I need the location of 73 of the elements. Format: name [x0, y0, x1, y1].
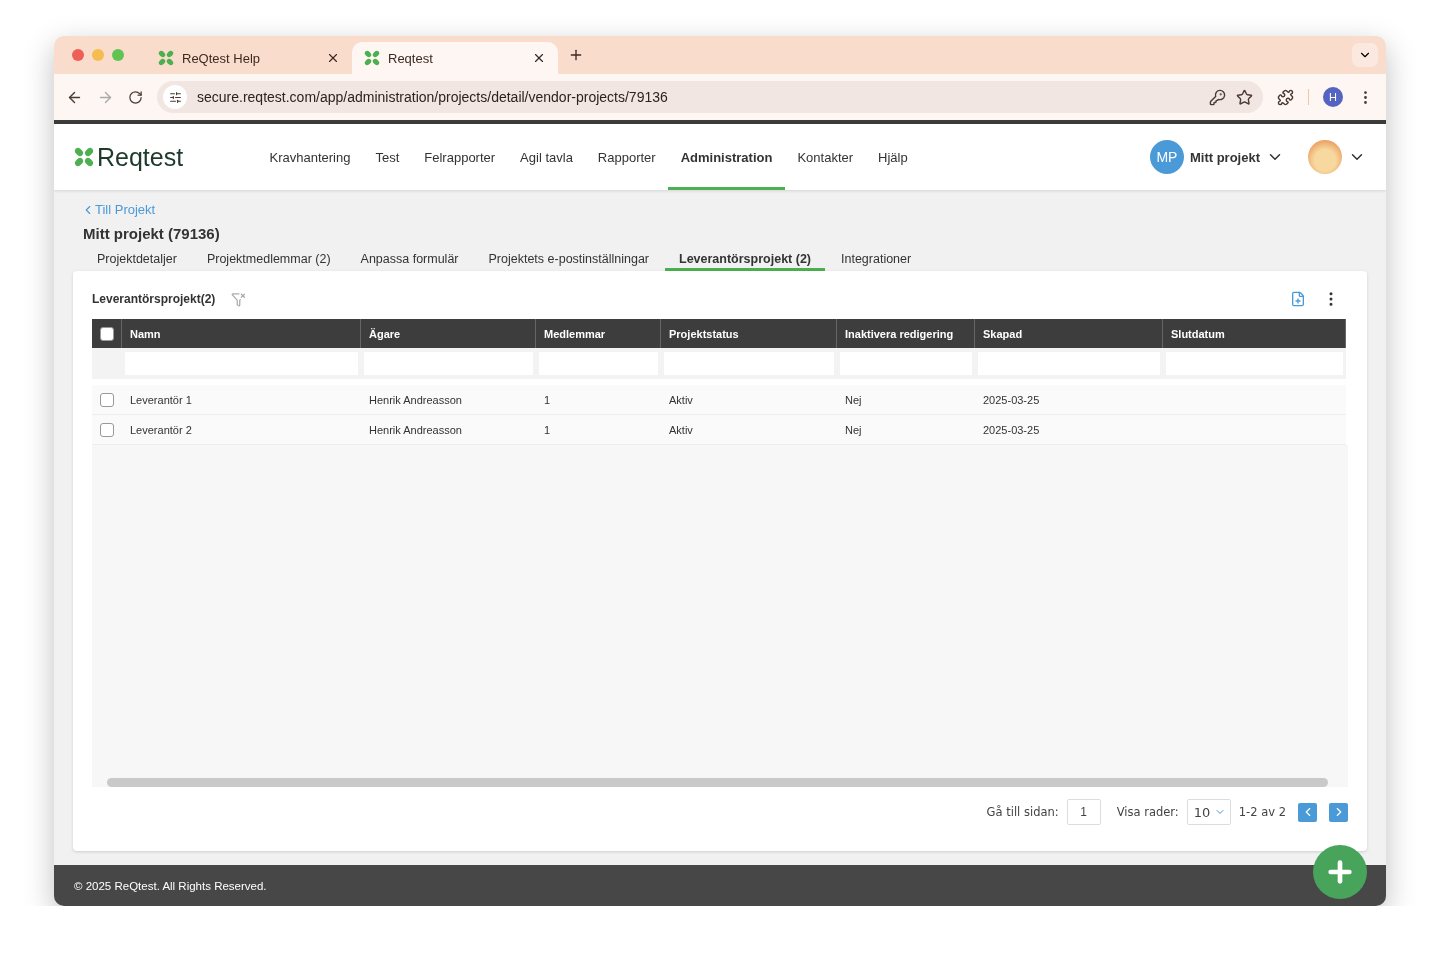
extensions-icon[interactable]: [1277, 88, 1294, 106]
add-file-icon[interactable]: [1290, 291, 1306, 307]
column-header[interactable]: Medlemmar: [536, 319, 661, 348]
table-cell: 1: [536, 385, 661, 415]
previous-page-button[interactable]: [1298, 802, 1317, 822]
copyright-text: © 2025 ReQtest. All Rights Reserved.: [74, 879, 267, 892]
add-button[interactable]: [1313, 845, 1367, 899]
project-tab[interactable]: Integrationer: [827, 249, 926, 271]
table-cell: Henrik Andreasson: [361, 385, 536, 415]
project-tab[interactable]: Projektdetaljer: [83, 249, 191, 271]
nav-item[interactable]: Test: [362, 124, 412, 190]
tab-search-button[interactable]: [1352, 43, 1378, 67]
close-icon[interactable]: [532, 51, 546, 65]
rows-per-page-select[interactable]: 10: [1186, 799, 1231, 825]
column-header[interactable]: Inaktivera redigering: [837, 319, 975, 348]
nav-item[interactable]: Rapporter: [585, 124, 669, 190]
column-header[interactable]: Projektstatus: [661, 319, 837, 348]
user-avatar[interactable]: [1308, 140, 1342, 174]
page-field[interactable]: 1: [1066, 799, 1101, 825]
address-bar[interactable]: secure.reqtest.com/app/administration/projects/detail/vendor-projects/79136: [157, 81, 1263, 113]
url-text: secure.reqtest.com/app/administration/projects/detail/vendor-projects/79136: [197, 89, 669, 105]
table-cell: Leverantör 2: [122, 415, 361, 445]
bookmark-icon[interactable]: [1236, 88, 1253, 106]
table-cell: Aktiv: [661, 415, 837, 445]
logo-icon: [74, 147, 94, 167]
column-header[interactable]: Namn: [122, 319, 361, 348]
site-settings-icon[interactable]: [163, 85, 187, 109]
table-title: Leverantörsprojekt(2): [92, 292, 216, 306]
tab-title: ReQtest Help: [182, 50, 262, 66]
column-header[interactable]: Ägare: [361, 319, 536, 348]
browser-tab[interactable]: ReQtest Help: [146, 42, 352, 74]
table-cell: 2025-03-25: [975, 415, 1163, 445]
nav-item[interactable]: Hjälp: [865, 124, 921, 190]
nav-item[interactable]: Felrapporter: [411, 124, 508, 190]
table-cell: Nej: [837, 385, 975, 415]
project-tab[interactable]: Projektmedlemmar (2): [192, 249, 345, 271]
close-icon[interactable]: [326, 51, 340, 65]
table-cell: 2025-03-25: [975, 385, 1163, 415]
clear-filter-icon[interactable]: [231, 291, 247, 307]
project-tab[interactable]: Projektets e-postinställningar: [474, 249, 663, 271]
table-cell: Nej: [837, 415, 975, 445]
logo-text: Reqtest: [97, 142, 184, 172]
page-title: Mitt projekt (79136): [83, 225, 221, 242]
table-cell: 1: [536, 415, 661, 445]
nav-item[interactable]: Kravhantering: [257, 124, 363, 190]
project-name[interactable]: Mitt projekt: [1189, 149, 1260, 165]
table-cell: Leverantör 1: [122, 385, 361, 415]
column-header[interactable]: Slutdatum: [1163, 319, 1346, 348]
nav-item[interactable]: Agil tavla: [507, 124, 586, 190]
project-tab[interactable]: Anpassa formulär: [346, 249, 473, 271]
column-header[interactable]: Skapad: [975, 319, 1163, 348]
page-range: 1-2 av 2: [1238, 805, 1286, 819]
scrollbar[interactable]: [107, 778, 1328, 787]
rows-label: Visa rader:: [1116, 805, 1179, 819]
row-checkbox[interactable]: [100, 422, 114, 437]
next-page-button[interactable]: [1329, 802, 1348, 822]
table-cell: Aktiv: [661, 385, 837, 415]
nav-item[interactable]: Administration: [668, 124, 785, 190]
goto-page-label: Gå till sidan:: [986, 805, 1059, 819]
close-window-button[interactable]: [72, 49, 84, 61]
profile-avatar[interactable]: H: [1323, 87, 1343, 107]
nav-item[interactable]: Kontakter: [784, 124, 866, 190]
table-cell: Henrik Andreasson: [361, 415, 536, 445]
new-tab-icon[interactable]: [568, 47, 584, 63]
tab-title: Reqtest: [388, 50, 434, 66]
browser-tab[interactable]: Reqtest: [352, 42, 558, 74]
zoom-window-button[interactable]: [112, 49, 124, 61]
key-icon[interactable]: [1209, 88, 1226, 106]
row-checkbox[interactable]: [100, 392, 114, 407]
logo-icon: [158, 50, 174, 66]
select-all-checkbox[interactable]: [99, 326, 114, 341]
logo-icon: [364, 50, 380, 66]
reload-icon[interactable]: [128, 89, 143, 105]
